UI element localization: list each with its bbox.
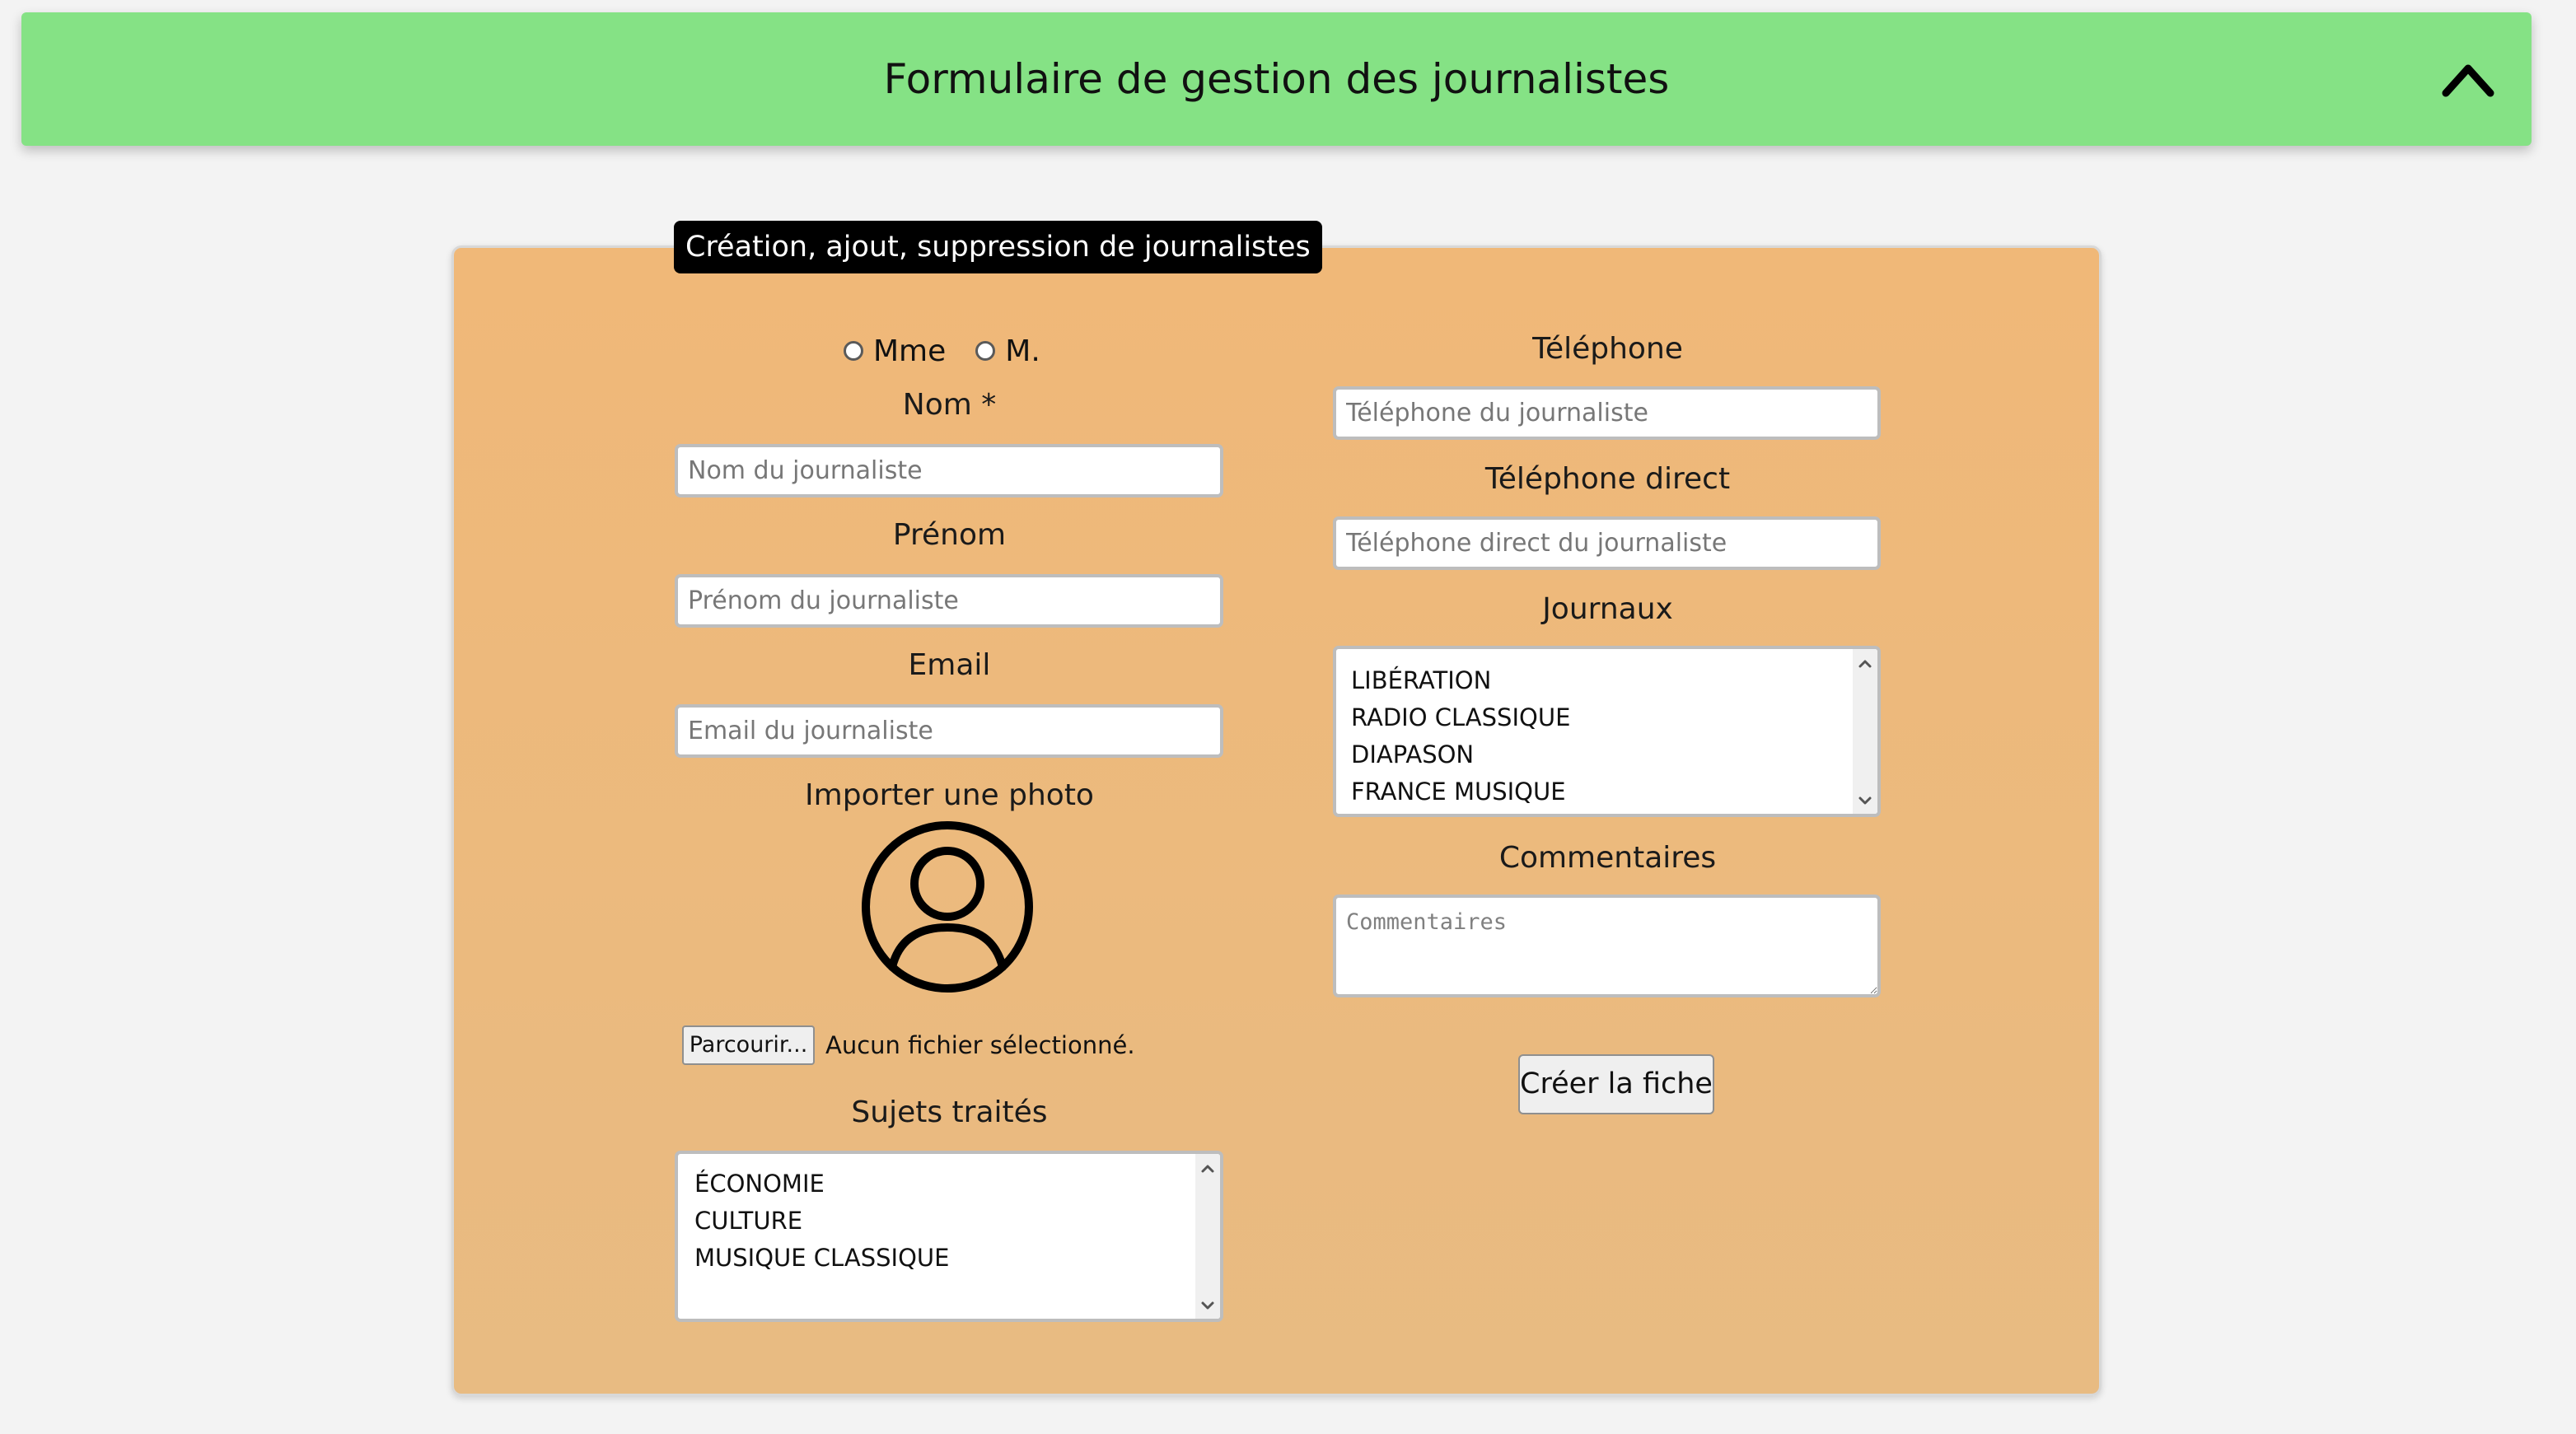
civility-radio-group: Mme M. <box>844 332 1070 370</box>
email-input[interactable] <box>675 704 1223 758</box>
list-item[interactable]: LIBÉRATION <box>1351 662 1844 699</box>
collapse-button[interactable] <box>2441 58 2495 100</box>
sujets-label: Sujets traités <box>851 1095 1048 1129</box>
telephone-label: Téléphone <box>1532 332 1683 366</box>
telephone-direct-input[interactable] <box>1333 516 1881 570</box>
nom-input[interactable] <box>675 444 1223 497</box>
prenom-label: Prénom <box>892 518 1007 552</box>
email-label: Email <box>908 648 991 682</box>
scrollbar[interactable] <box>1853 649 1877 814</box>
file-status: Aucun fichier sélectionné. <box>825 1031 1135 1059</box>
form-legend: Création, ajout, suppression de journali… <box>674 221 1322 273</box>
browse-button[interactable]: Parcourir... <box>682 1025 815 1065</box>
commentaires-textarea[interactable] <box>1333 894 1881 997</box>
list-item[interactable]: FRANCE MUSIQUE <box>1351 773 1844 810</box>
journaux-label: Journaux <box>1542 592 1673 626</box>
radio-button[interactable] <box>975 341 996 361</box>
list-item[interactable]: MUSIQUE CLASSIQUE <box>694 1240 1187 1277</box>
scrollbar[interactable] <box>1195 1154 1220 1319</box>
list-item[interactable]: CULTURE <box>694 1203 1187 1240</box>
radio-mme[interactable]: Mme <box>844 334 946 368</box>
list-item[interactable]: RADIO CLASSIQUE <box>1351 699 1844 736</box>
radio-mme-label: Mme <box>873 334 947 368</box>
page-header: Formulaire de gestion des journalistes <box>21 12 2532 146</box>
chevron-up-icon[interactable] <box>1857 656 1873 672</box>
page-title: Formulaire de gestion des journalistes <box>883 55 1670 103</box>
chevron-down-icon[interactable] <box>1199 1297 1216 1314</box>
chevron-up-icon[interactable] <box>1199 1161 1216 1177</box>
journaux-listbox[interactable]: LIBÉRATION RADIO CLASSIQUE DIAPASON FRAN… <box>1333 646 1881 817</box>
user-circle-icon <box>862 821 1033 993</box>
photo-label: Importer une photo <box>805 778 1094 812</box>
radio-m-label: M. <box>1005 334 1040 368</box>
radio-m[interactable]: M. <box>975 334 1040 368</box>
list-item[interactable]: ÉCONOMIE <box>694 1165 1187 1203</box>
telephone-direct-label: Téléphone direct <box>1484 462 1731 496</box>
chevron-up-icon <box>2442 64 2494 97</box>
prenom-input[interactable] <box>675 574 1223 628</box>
telephone-input[interactable] <box>1333 386 1881 440</box>
commentaires-label: Commentaires <box>1498 841 1717 875</box>
radio-button[interactable] <box>844 341 863 361</box>
nom-label: Nom * <box>902 388 997 422</box>
sujets-listbox[interactable]: ÉCONOMIE CULTURE MUSIQUE CLASSIQUE <box>675 1151 1223 1322</box>
chevron-down-icon[interactable] <box>1857 792 1873 809</box>
create-button[interactable]: Créer la fiche <box>1518 1054 1714 1114</box>
list-item[interactable]: DIAPASON <box>1351 736 1844 773</box>
